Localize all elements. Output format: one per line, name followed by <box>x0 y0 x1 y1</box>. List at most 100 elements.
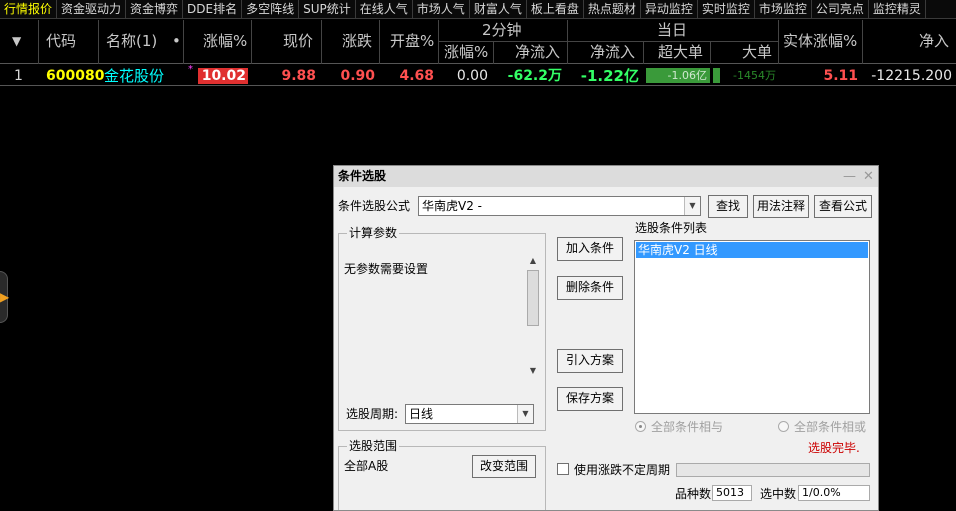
scroll-down-icon[interactable]: ▼ <box>526 364 540 378</box>
col-divider <box>98 20 99 64</box>
table-row[interactable]: 1 600080 金花股份 * 10.02 9.88 0.90 4.68 0.0… <box>0 64 956 86</box>
netflow-today-value: -1.22亿 <box>580 67 639 85</box>
col-divider <box>379 20 380 64</box>
count-value: 5013 <box>712 485 752 501</box>
col-divider <box>38 20 39 64</box>
side-panel-toggle[interactable]: ▶ <box>0 271 10 323</box>
stock-name: 金花股份 <box>104 67 165 85</box>
chevron-down-icon[interactable]: ▼ <box>684 197 700 215</box>
tab-fund-drive[interactable]: 资金驱动力 <box>57 0 127 18</box>
header-2min-pct[interactable]: 涨幅% <box>444 42 488 62</box>
tab-dde-rank[interactable]: DDE排名 <box>183 0 243 18</box>
header-change-pct[interactable]: 涨幅% <box>203 31 247 51</box>
change-pct-value: 10.02 <box>198 68 248 84</box>
dialog-title: 条件选股 <box>334 166 878 187</box>
tab-limit-board[interactable]: 板上看盘 <box>527 0 584 18</box>
tab-sup-stats[interactable]: SUP统计 <box>299 0 356 18</box>
view-formula-button[interactable]: 查看公式 <box>814 195 872 218</box>
radio-and[interactable] <box>635 421 646 432</box>
scroll-up-icon[interactable]: ▲ <box>526 254 540 268</box>
large-value: -1454万 <box>733 69 776 82</box>
find-button[interactable]: 查找 <box>708 195 748 218</box>
tab-long-short[interactable]: 多空阵线 <box>242 0 300 18</box>
header-code[interactable]: 代码 <box>46 31 76 51</box>
uncertain-period-label[interactable]: 使用涨跌不定周期 <box>574 462 670 478</box>
range-group-title: 选股范围 <box>347 439 400 453</box>
header-price[interactable]: 现价 <box>283 31 313 51</box>
header-dot: • <box>172 32 181 50</box>
top-tab-bar: 行情报价 资金驱动力 资金博弈 DDE排名 多空阵线 SUP统计 在线人气 市场… <box>0 0 956 19</box>
tab-monitor-wizard[interactable]: 监控精灵 <box>869 0 926 18</box>
sort-arrow-icon[interactable]: ▼ <box>12 31 21 51</box>
params-scrollbar[interactable]: ▲ ▼ <box>526 254 540 378</box>
chevron-down-icon[interactable]: ▼ <box>517 405 533 423</box>
col-divider <box>438 20 439 64</box>
col-divider <box>183 20 184 64</box>
count-label: 品种数 <box>675 487 712 501</box>
open-pct-value: 4.68 <box>399 68 434 84</box>
header-name[interactable]: 名称(1) <box>106 31 157 51</box>
tab-anomaly-monitor[interactable]: 异动监控 <box>641 0 698 18</box>
scroll-thumb[interactable] <box>527 270 539 326</box>
tab-fund-game[interactable]: 资金博弈 <box>126 0 184 18</box>
header-large[interactable]: 大单 <box>742 42 772 62</box>
tab-market-monitor[interactable]: 市场监控 <box>755 0 812 18</box>
range-value: 全部A股 <box>344 459 389 473</box>
condition-list-item[interactable]: 华南虎V2 日线 <box>636 242 868 258</box>
params-group-title: 计算参数 <box>347 226 400 240</box>
col-divider <box>778 20 779 64</box>
stock-code: 600080 <box>46 68 105 84</box>
col-divider <box>493 42 494 64</box>
minimize-icon[interactable]: — <box>843 166 856 187</box>
tab-wealth-popularity[interactable]: 财富人气 <box>470 0 527 18</box>
condition-listbox[interactable]: 华南虎V2 日线 <box>634 240 870 414</box>
header-body-pct[interactable]: 实体涨幅% <box>783 31 857 51</box>
body-pct-value: 5.11 <box>823 68 858 84</box>
radio-or-label[interactable]: 全部条件相或 <box>794 419 866 435</box>
header-today-netflow[interactable]: 净流入 <box>590 42 635 62</box>
import-plan-button[interactable]: 引入方案 <box>557 349 623 373</box>
close-icon[interactable]: ✕ <box>863 166 874 187</box>
radio-and-label[interactable]: 全部条件相与 <box>651 419 723 435</box>
tab-market-popularity[interactable]: 市场人气 <box>413 0 470 18</box>
selected-label: 选中数 <box>760 487 797 501</box>
tab-online-popularity[interactable]: 在线人气 <box>356 0 413 18</box>
radio-or[interactable] <box>778 421 789 432</box>
add-condition-button[interactable]: 加入条件 <box>557 237 623 261</box>
header-change[interactable]: 涨跌 <box>342 31 372 51</box>
chevron-right-icon: ▶ <box>0 290 10 304</box>
condition-stock-picker-dialog: 条件选股 — ✕ 条件选股公式 华南虎V2 - ▼ 查找 用法注释 查看公式 计… <box>333 165 879 511</box>
uncertain-period-checkbox[interactable] <box>557 463 569 475</box>
table-header: ▼ 代码 名称(1) • 涨幅% 现价 涨跌 开盘% 2分钟 涨幅% 净流入 当… <box>0 20 956 64</box>
col-divider <box>862 20 863 64</box>
formula-select[interactable]: 华南虎V2 - ▼ <box>418 196 701 216</box>
save-plan-button[interactable]: 保存方案 <box>557 387 623 411</box>
selected-value: 1/0.0% <box>798 485 870 501</box>
header-open-pct[interactable]: 开盘% <box>390 31 434 51</box>
pct-2min-value: 0.00 <box>456 68 488 84</box>
change-value: 0.90 <box>340 68 375 84</box>
period-select[interactable]: 日线 ▼ <box>405 404 534 424</box>
header-group-today: 当日 <box>657 21 688 39</box>
net-in-value: -12215.200 <box>871 68 952 84</box>
header-super-large[interactable]: 超大单 <box>658 42 703 62</box>
change-range-button[interactable]: 改变范围 <box>472 455 536 478</box>
tab-quote[interactable]: 行情报价 <box>0 0 58 18</box>
row-index: 1 <box>14 68 23 84</box>
progress-bar <box>676 463 870 477</box>
tab-realtime-monitor[interactable]: 实时监控 <box>698 0 755 18</box>
header-net-in[interactable]: 净入 <box>919 31 949 51</box>
col-divider <box>567 20 568 64</box>
netflow-2min-value: -62.2万 <box>507 68 562 84</box>
header-2min-netflow[interactable]: 净流入 <box>515 42 560 62</box>
tab-company-highlights[interactable]: 公司亮点 <box>812 0 869 18</box>
price-value: 9.88 <box>281 68 316 84</box>
marker: * <box>188 64 193 75</box>
usage-notes-button[interactable]: 用法注释 <box>753 195 809 218</box>
large-bar <box>713 68 720 83</box>
tab-hot-topics[interactable]: 热点题材 <box>584 0 641 18</box>
params-text: 无参数需要设置 <box>344 262 429 276</box>
col-divider <box>643 42 644 64</box>
delete-condition-button[interactable]: 删除条件 <box>557 276 623 300</box>
period-label: 选股周期: <box>346 407 399 421</box>
